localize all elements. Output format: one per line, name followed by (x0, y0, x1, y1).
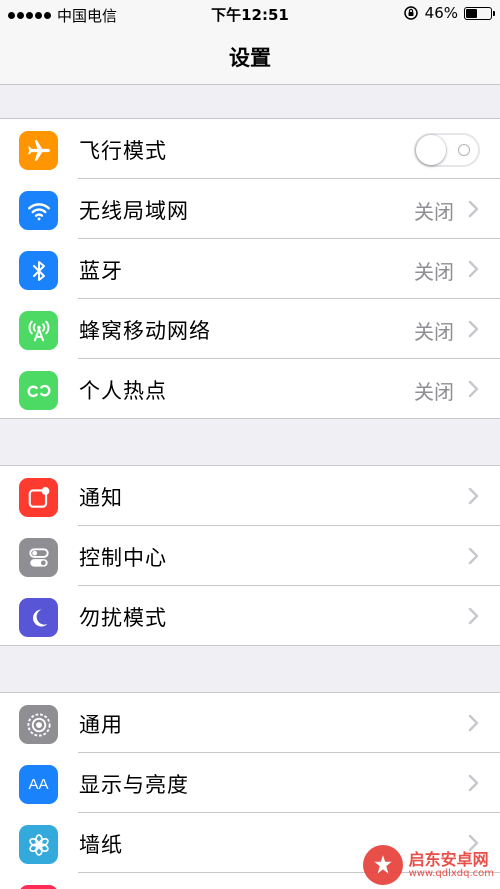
settings-row-cellular[interactable]: 蜂窝移动网络 关闭 (0, 299, 500, 359)
network-settings-group: 飞行模式 无线局域网 关闭 蓝牙 关闭 蜂窝移动网络 关闭 个人热点 关闭 (0, 118, 500, 419)
display-icon: AA (19, 765, 58, 804)
chevron-right-icon (468, 487, 479, 505)
settings-row-value: 关闭 (414, 200, 454, 224)
page-title: 设置 (229, 46, 271, 70)
settings-row-personal-hotspot[interactable]: 个人热点 关闭 (0, 359, 500, 419)
settings-row-label: 显示与亮度 (79, 773, 189, 797)
settings-row-value: 关闭 (414, 260, 454, 284)
wifi-icon (19, 191, 58, 230)
settings-row-label: 通知 (79, 486, 123, 510)
settings-row-notifications[interactable]: 通知 (0, 466, 500, 526)
settings-row-value: 关闭 (414, 320, 454, 344)
system-settings-group: 通知 控制中心 勿扰模式 (0, 465, 500, 646)
settings-row-label: 蓝牙 (79, 259, 123, 283)
control-center-icon (19, 538, 58, 577)
toggle-knob (416, 135, 446, 165)
settings-row-display-brightness[interactable]: AA 显示与亮度 (0, 753, 500, 813)
settings-row-label: 个人热点 (79, 379, 167, 403)
chevron-right-icon (468, 260, 479, 278)
battery-percent: 46% (424, 4, 458, 22)
navigation-bar: 设置 (0, 28, 500, 85)
moon-icon (19, 598, 58, 637)
battery-icon (464, 6, 495, 20)
rotation-lock-icon (403, 6, 418, 20)
wallpaper-icon (19, 825, 58, 864)
notifications-icon (19, 478, 58, 517)
settings-row-do-not-disturb[interactable]: 勿扰模式 (0, 586, 500, 646)
watermark-name: 启东安卓网 (408, 849, 489, 869)
chevron-right-icon (468, 380, 479, 398)
chevron-right-icon (468, 200, 479, 218)
hotspot-icon (19, 371, 58, 410)
airplane-icon (19, 131, 58, 170)
site-watermark: 启东安卓网 www.qdlxdq.com (362, 845, 494, 885)
settings-row-label: 通用 (79, 713, 123, 737)
settings-row-control-center[interactable]: 控制中心 (0, 526, 500, 586)
settings-row-label: 墙纸 (79, 833, 123, 857)
settings-row-wifi[interactable]: 无线局域网 关闭 (0, 179, 500, 239)
airplane-mode-toggle[interactable] (414, 133, 480, 167)
status-right: 46% (403, 4, 495, 22)
bluetooth-icon (19, 251, 58, 290)
chevron-right-icon (468, 547, 479, 565)
chevron-right-icon (468, 607, 479, 625)
cellular-icon (19, 311, 58, 350)
settings-row-value: 关闭 (414, 380, 454, 404)
settings-screen: 中国电信 下午12:51 46% 设置 飞行模式 无线局域网 关闭 蓝牙 关闭 … (0, 0, 500, 889)
settings-row-label: 勿扰模式 (79, 606, 167, 630)
watermark-url: www.qdlxdq.com (408, 868, 494, 880)
chevron-right-icon (468, 774, 479, 792)
chevron-right-icon (468, 320, 479, 338)
settings-row-label: 蜂窝移动网络 (79, 319, 211, 343)
partial-row-icon (19, 885, 58, 889)
toggle-off-indicator (458, 144, 470, 156)
battery-fill (466, 8, 478, 18)
gear-icon (19, 705, 58, 744)
settings-row-label: 控制中心 (79, 546, 167, 570)
settings-row-airplane-mode[interactable]: 飞行模式 (0, 119, 500, 179)
watermark-logo-icon (362, 845, 403, 885)
display-icon-text: AA (28, 776, 49, 793)
watermark-text: 启东安卓网 www.qdlxdq.com (409, 851, 494, 880)
settings-row-label: 飞行模式 (79, 139, 167, 163)
settings-row-label: 无线局域网 (79, 199, 189, 223)
settings-row-bluetooth[interactable]: 蓝牙 关闭 (0, 239, 500, 299)
chevron-right-icon (468, 714, 479, 732)
status-bar: 中国电信 下午12:51 46% (0, 0, 500, 28)
settings-row-general[interactable]: 通用 (0, 693, 500, 753)
